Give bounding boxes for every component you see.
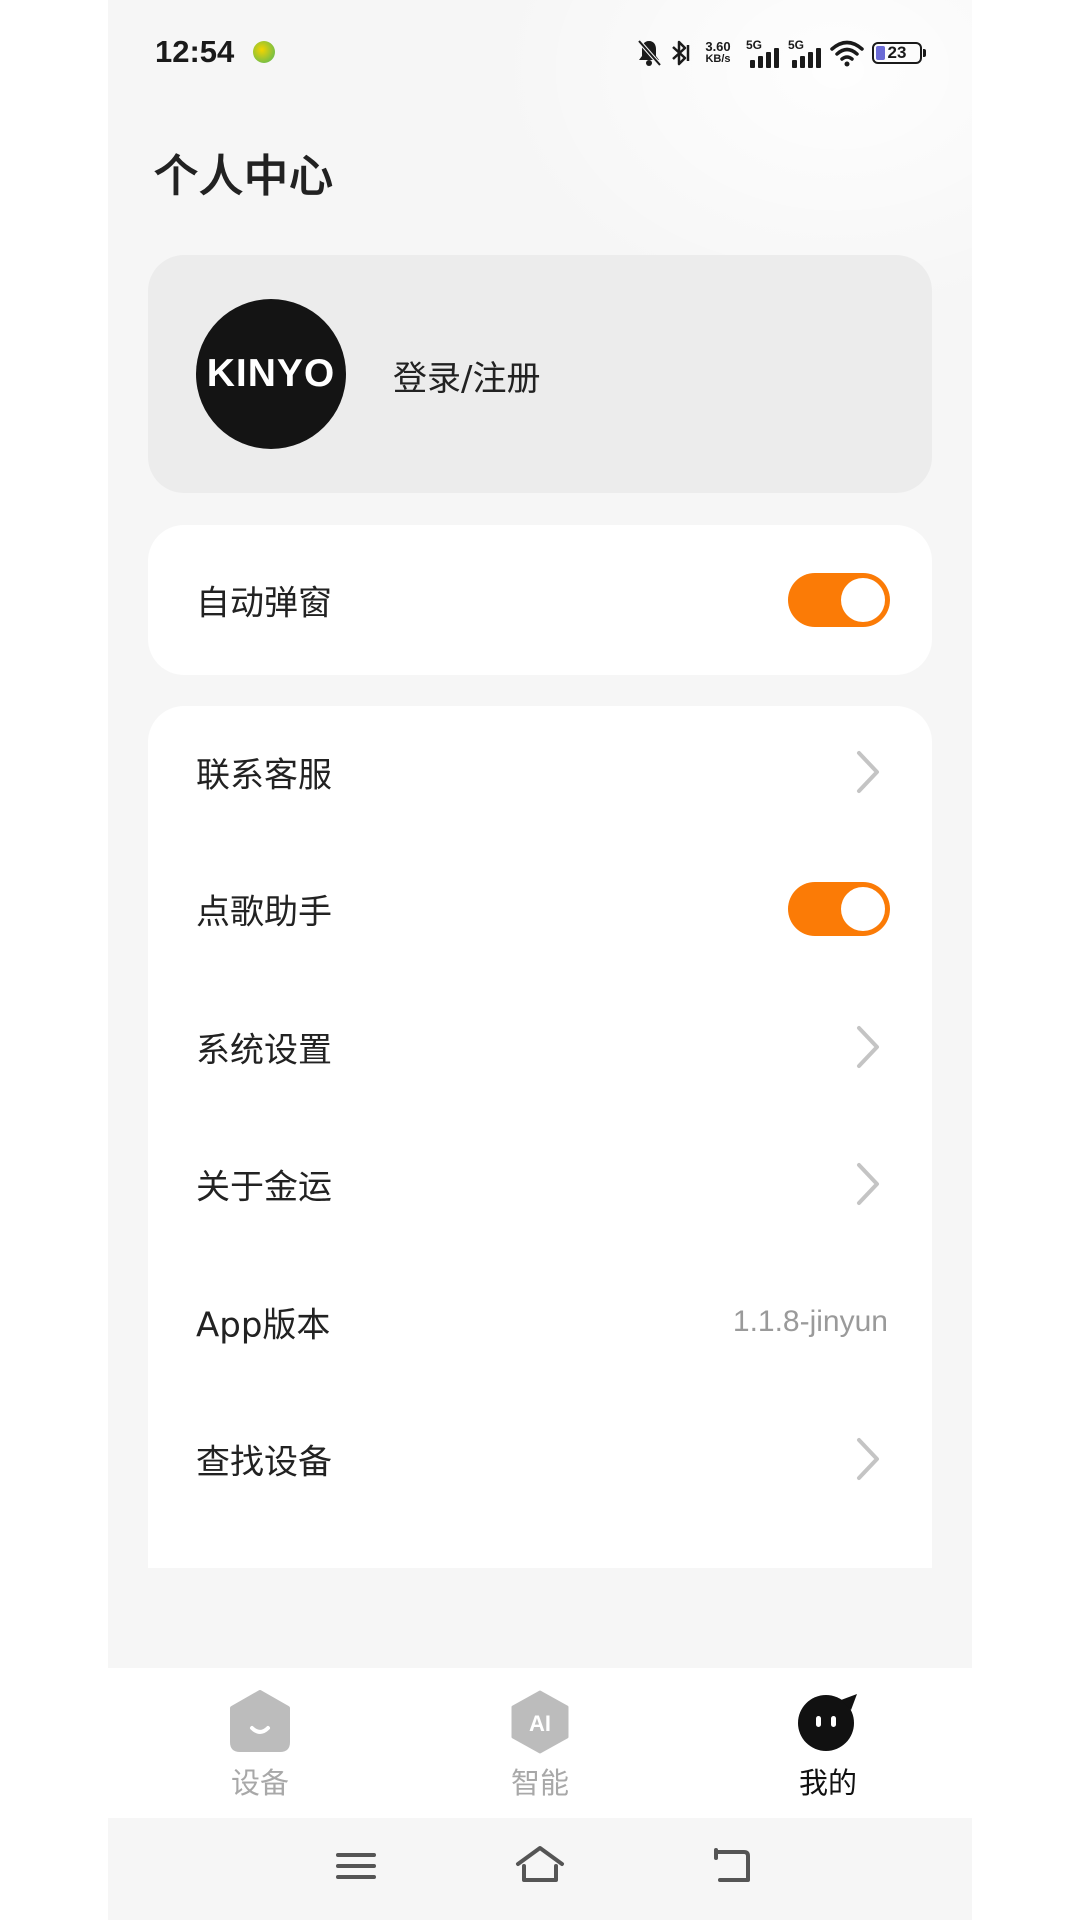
battery-icon: 23 (872, 42, 926, 64)
tab-device[interactable]: 设备 (160, 1668, 360, 1818)
kinyo-logo: KINYO (206, 352, 336, 395)
auto-popup-card: 自动弹窗 (148, 525, 932, 675)
bluetooth-icon (672, 40, 690, 66)
signal-sim2-icon: 5G (788, 38, 822, 68)
login-register-link[interactable]: 登录/注册 (393, 351, 540, 400)
toggle-knob (841, 887, 885, 931)
menu-item-about[interactable]: 关于金运 (148, 1134, 932, 1234)
back-icon[interactable] (702, 1836, 762, 1896)
tab-smart-label: 智能 (510, 1766, 569, 1800)
auto-popup-toggle[interactable] (788, 573, 890, 627)
tab-device-label: 设备 (230, 1766, 289, 1800)
menu-item-system-settings[interactable]: 系统设置 (148, 997, 932, 1097)
system-settings-label: 系统设置 (196, 1030, 332, 1071)
page-title: 个人中心 (154, 151, 334, 202)
tab-smart[interactable]: AI 智能 (440, 1668, 640, 1818)
app-version-label: App版本 (196, 1305, 331, 1346)
chevron-right-icon (857, 1438, 879, 1480)
app-version-value: 1.1.8-jinyun (732, 1305, 888, 1338)
login-card[interactable]: KINYO 登录/注册 (148, 255, 932, 493)
network-speed-value: 3.60 (705, 39, 731, 54)
bottom-tab-bar: 设备 AI 智能 我的 (108, 1668, 972, 1818)
tab-mine-label: 我的 (798, 1766, 857, 1800)
tab-mine[interactable]: 我的 (728, 1668, 928, 1818)
status-bar: 12:54 3.60 KB/s 5G 5G 23 (108, 28, 972, 78)
about-label: 关于金运 (196, 1167, 332, 1208)
auto-popup-label: 自动弹窗 (196, 583, 332, 624)
ai-icon: AI (511, 1690, 569, 1754)
network-speed: 3.60 KB/s (698, 40, 738, 66)
system-navigation-bar (108, 1818, 972, 1920)
status-icons: 3.60 KB/s 5G 5G 23 (636, 34, 926, 72)
mute-bell-icon (637, 39, 662, 67)
chevron-right-icon (857, 1163, 879, 1205)
auto-popup-row: 自动弹窗 (148, 550, 932, 650)
network-speed-unit: KB/s (705, 53, 731, 65)
contact-service-label: 联系客服 (196, 755, 332, 796)
mine-icon (798, 1694, 857, 1751)
menu-item-contact-service[interactable]: 联系客服 (148, 722, 932, 822)
svg-text:AI: AI (529, 1711, 551, 1736)
wifi-icon (830, 40, 864, 67)
toggle-knob (841, 578, 885, 622)
menu-item-app-version: App版本 1.1.8-jinyun (148, 1272, 932, 1372)
home-icon[interactable] (510, 1836, 570, 1896)
app-screen: 12:54 3.60 KB/s 5G 5G 23 个人中心 KINYO 登录/注… (108, 0, 972, 1920)
battery-level: 23 (887, 43, 907, 62)
menu-icon[interactable] (326, 1836, 386, 1896)
menu-item-song-assistant: 点歌助手 (148, 859, 932, 959)
settings-menu-card: 联系客服 点歌助手 系统设置 关于金运 App版本 1.1.8-jinyun 查… (148, 706, 932, 1568)
status-time: 12:54 (155, 34, 235, 69)
menu-item-find-device[interactable]: 查找设备 (148, 1409, 932, 1509)
avatar[interactable]: KINYO (196, 299, 346, 449)
chevron-right-icon (857, 751, 879, 793)
find-device-label: 查找设备 (196, 1442, 332, 1483)
device-icon (230, 1690, 290, 1752)
song-assistant-label: 点歌助手 (196, 892, 332, 933)
signal-sim1-icon: 5G (746, 38, 780, 68)
app-notification-icon (253, 41, 275, 63)
chevron-right-icon (857, 1026, 879, 1068)
song-assistant-toggle[interactable] (788, 882, 890, 936)
